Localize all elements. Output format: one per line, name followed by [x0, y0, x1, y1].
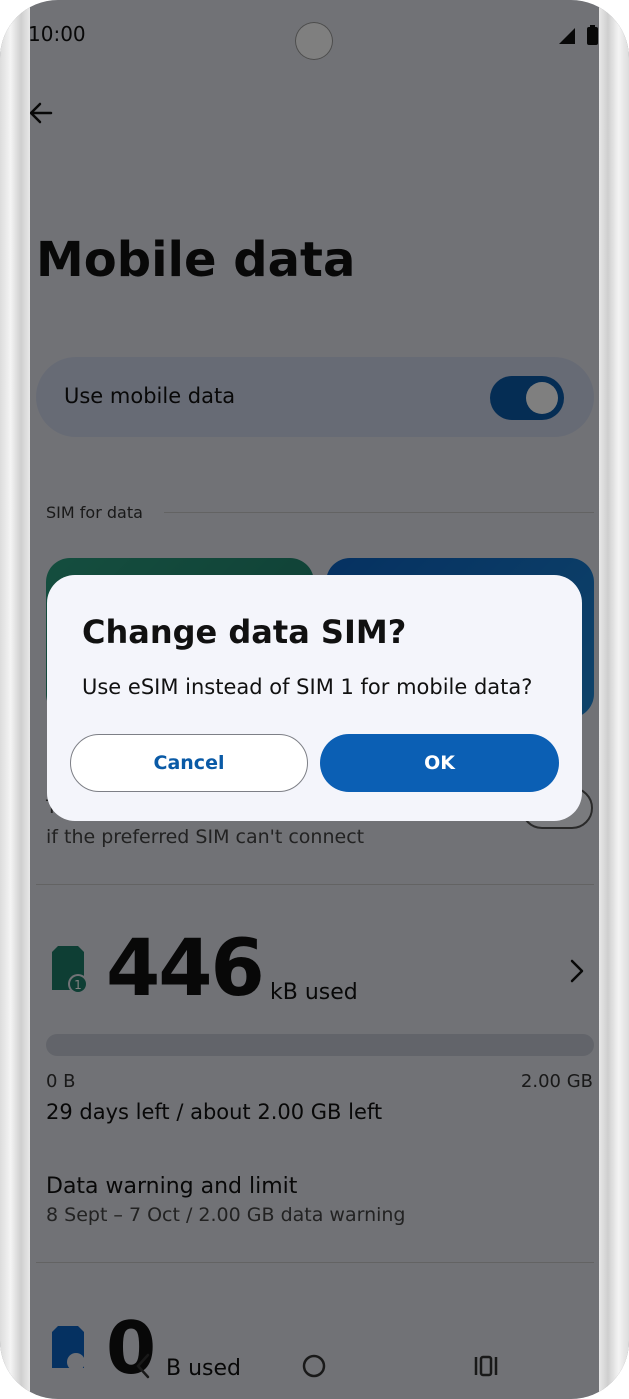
phone-edge-right	[599, 0, 629, 1399]
phone-frame: 10:00 Mobile data Use mobile data SIM fo…	[0, 0, 629, 1399]
ok-button[interactable]: OK	[320, 734, 559, 792]
phone-edge-left	[0, 0, 30, 1399]
dialog-message: Use eSIM instead of SIM 1 for mobile dat…	[82, 675, 533, 699]
dialog-title: Change data SIM?	[82, 613, 407, 651]
cancel-button[interactable]: Cancel	[70, 734, 308, 792]
screen: 10:00 Mobile data Use mobile data SIM fo…	[0, 0, 629, 1399]
change-data-sim-dialog: Change data SIM? Use eSIM instead of SIM…	[47, 575, 582, 821]
